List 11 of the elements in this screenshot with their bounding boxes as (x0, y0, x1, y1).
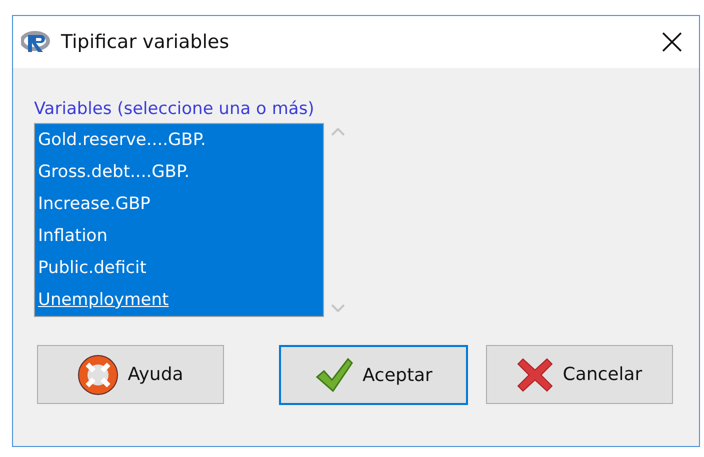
window-title: Tipificar variables (61, 31, 230, 53)
list-item[interactable]: Gold.reserve....GBP. (35, 124, 323, 156)
accept-button[interactable]: Aceptar (279, 345, 468, 405)
list-item[interactable]: Unemployment (35, 284, 323, 316)
cancel-button[interactable]: Cancelar (486, 345, 673, 404)
list-label: Variables (seleccione una o más) (34, 99, 316, 119)
list-item[interactable]: Inflation (35, 220, 323, 252)
list-item[interactable]: Increase.GBP (35, 188, 323, 220)
help-button[interactable]: Ayuda (37, 345, 224, 404)
list-item[interactable]: Public.deficit (35, 252, 323, 284)
list-item[interactable]: Gross.debt....GBP. (35, 156, 323, 188)
